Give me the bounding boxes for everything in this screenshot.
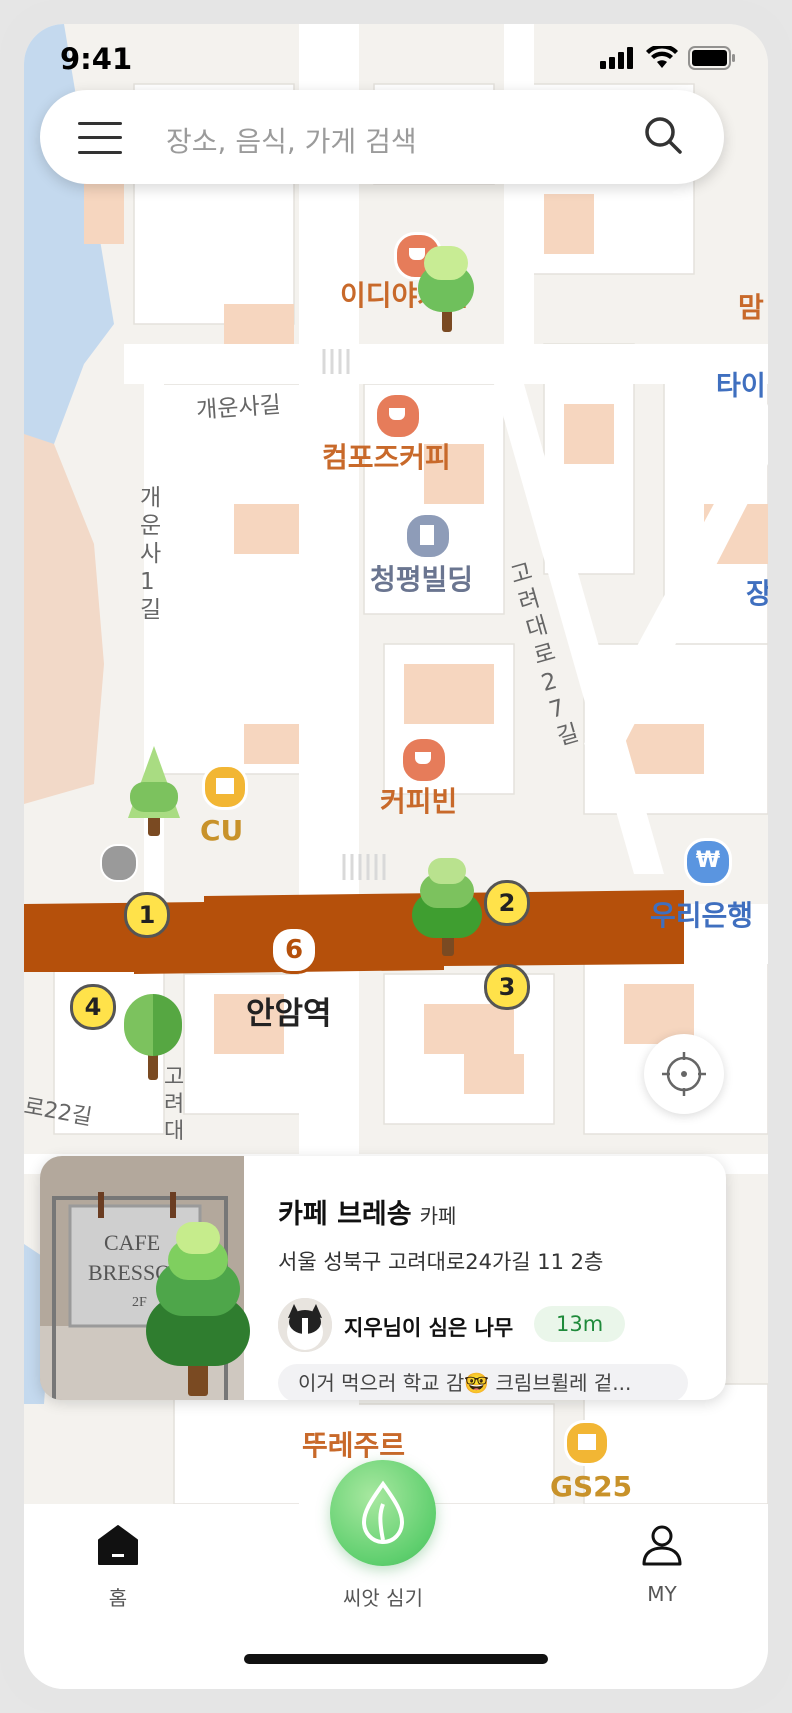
street-label: 개운사1길 — [140, 485, 162, 623]
exit-badge[interactable]: 3 — [484, 964, 530, 1010]
place-label[interactable]: CU — [200, 814, 243, 847]
cellular-signal-icon — [600, 47, 633, 69]
tab-plant-seed-label: 씨앗 심기 — [343, 1586, 423, 1610]
place-label[interactable]: 뚜레주르 — [302, 1424, 405, 1464]
tree-marker-icon[interactable] — [124, 994, 182, 1082]
distance-badge: 13m — [534, 1306, 626, 1342]
tree-marker-icon[interactable] — [418, 246, 474, 336]
current-location-button[interactable] — [644, 1034, 724, 1114]
place-address: 서울 성북구 고려대로24가길 11 2층 — [278, 1250, 604, 1274]
street-label: 고려대로27길 — [507, 558, 582, 751]
app-screen: 이디야커피 컴포즈커피 청평빌딩 커피빈 CU ₩ 우리은행 GS25 뚜레주르… — [24, 24, 768, 1689]
phone-frame: 이디야커피 컴포즈커피 청평빌딩 커피빈 CU ₩ 우리은행 GS25 뚜레주르… — [0, 0, 792, 1713]
place-card[interactable]: CAFE BRESSO 2F 카페 브레송 카페 서울 성북구 고려대로24가길 … — [40, 1156, 726, 1400]
tab-home[interactable]: 홈 — [48, 1504, 188, 1624]
seed-icon — [361, 1480, 405, 1545]
bank-marker-icon[interactable]: ₩ — [684, 838, 732, 886]
store-marker-icon[interactable] — [202, 764, 248, 810]
place-label[interactable]: 우리은행 — [650, 894, 753, 934]
cafe-marker-icon[interactable] — [400, 736, 448, 784]
planter-name[interactable]: 지우님이 심은 나무 — [344, 1312, 513, 1342]
home-indicator — [244, 1654, 548, 1664]
place-name[interactable]: 카페 브레송 카페 — [278, 1192, 456, 1231]
bottom-tab-bar: 홈 씨앗 심기 MY — [24, 1460, 768, 1689]
status-time: 9:41 — [60, 42, 133, 76]
elevator-icon — [100, 844, 138, 882]
hamburger-icon[interactable] — [78, 120, 122, 156]
tree-icon — [146, 1222, 250, 1398]
place-label[interactable]: 청평빌딩 — [370, 558, 473, 598]
battery-icon — [688, 46, 735, 70]
status-bar: 9:41 — [24, 24, 768, 86]
search-input[interactable]: 장소, 음식, 가게 검색 — [166, 120, 417, 160]
station-label[interactable]: 안암역 — [246, 988, 332, 1033]
street-label: 로22길 — [24, 1094, 94, 1131]
place-name-text: 카페 브레송 — [278, 1199, 412, 1230]
comment-preview[interactable]: 이거 먹으러 학교 감🤓 크림브륄레 겉... — [278, 1364, 688, 1400]
home-icon — [98, 1525, 138, 1565]
exit-badge[interactable]: 1 — [124, 892, 170, 938]
place-label[interactable]: 커피빈 — [380, 780, 457, 820]
exit-badge[interactable]: 2 — [484, 880, 530, 926]
status-icons — [600, 46, 736, 70]
user-icon — [642, 1525, 682, 1566]
place-category: 카페 — [419, 1204, 457, 1228]
crosshair-icon — [662, 1052, 706, 1096]
wifi-icon — [646, 46, 678, 68]
sign-text: 2F — [132, 1295, 147, 1310]
place-label[interactable]: 컴포즈커피 — [322, 436, 451, 476]
place-label[interactable]: GS25 — [550, 1470, 632, 1503]
building-marker-icon[interactable] — [404, 512, 452, 560]
place-label[interactable]: 맘 — [738, 286, 764, 326]
tab-my[interactable]: MY — [592, 1504, 732, 1624]
place-label[interactable]: 타이 — [716, 364, 766, 403]
exit-badge[interactable]: 4 — [70, 984, 116, 1030]
search-bar[interactable]: 장소, 음식, 가게 검색 — [40, 90, 724, 184]
tab-home-label: 홈 — [108, 1586, 128, 1610]
place-photo[interactable]: CAFE BRESSO 2F — [40, 1156, 250, 1400]
tree-marker-icon[interactable] — [128, 746, 180, 838]
place-label[interactable]: 장 — [746, 572, 768, 612]
tree-marker-icon[interactable] — [412, 858, 482, 958]
search-icon[interactable] — [642, 114, 684, 156]
store-marker-icon[interactable] — [564, 1420, 610, 1466]
plant-seed-button[interactable] — [330, 1460, 436, 1566]
avatar[interactable] — [278, 1298, 332, 1352]
cafe-marker-icon[interactable] — [374, 392, 422, 440]
street-label: 개운사길 — [195, 392, 282, 424]
tab-my-label: MY — [647, 1582, 677, 1606]
subway-line-badge: 6 — [270, 926, 318, 974]
